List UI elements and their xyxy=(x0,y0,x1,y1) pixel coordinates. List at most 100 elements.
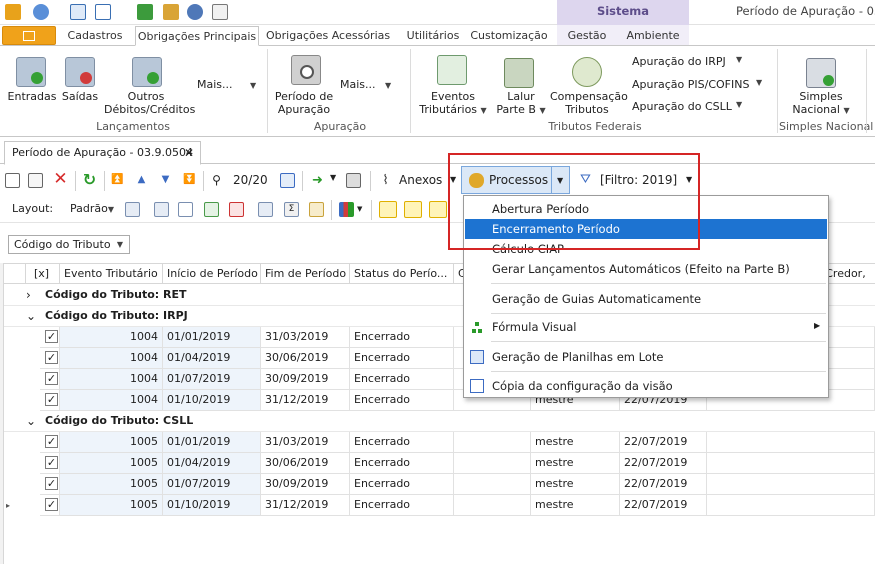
app-window: Sistema Período de Apuração - 03.9.0 Cad… xyxy=(0,0,875,564)
header-evento-tributario[interactable]: Evento Tributário xyxy=(60,263,163,284)
row-checkbox[interactable]: ✓ xyxy=(45,330,58,343)
entradas-button[interactable]: Entradas xyxy=(6,90,58,103)
simples-nacional-icon xyxy=(806,58,836,88)
new-icon[interactable] xyxy=(5,173,20,188)
header-inicio-periodo[interactable]: Início de Período xyxy=(163,263,261,284)
cell-status: Encerrado xyxy=(350,432,454,452)
cell-usuario: mestre xyxy=(531,432,620,452)
group-by-field[interactable]: Código do Tributo ▼ xyxy=(8,235,130,254)
chevron-down-icon: ▼ xyxy=(250,81,257,90)
saidas-button[interactable]: Saídas xyxy=(58,90,102,103)
globe-icon[interactable] xyxy=(187,4,203,20)
chevron-down-icon[interactable]: ⌄ xyxy=(26,306,36,326)
sum-icon[interactable]: Σ xyxy=(284,202,299,217)
group-divider xyxy=(777,49,778,133)
delete-layout-icon[interactable] xyxy=(229,202,244,217)
export-icon[interactable]: ➜ xyxy=(310,173,325,188)
header-status-periodo[interactable]: Status do Perío... xyxy=(350,263,454,284)
simples-nacional-button[interactable]: Simples Nacional ▼ xyxy=(788,90,854,117)
view-mode-2-icon[interactable] xyxy=(404,201,422,218)
tab-customizacao[interactable]: Customização xyxy=(470,26,548,46)
refresh-icon[interactable]: ↻ xyxy=(82,172,97,188)
file-button[interactable] xyxy=(2,26,56,45)
autofit-icon[interactable] xyxy=(258,202,273,217)
notes-icon[interactable] xyxy=(309,202,324,217)
group-divider xyxy=(267,49,268,133)
first-record-icon[interactable]: ⏫ xyxy=(110,174,125,189)
row-checkbox[interactable]: ✓ xyxy=(45,351,58,364)
chevron-down-icon[interactable]: ⌄ xyxy=(26,411,36,431)
menu-item-geracao-planilhas[interactable]: Geração de Planilhas em Lote xyxy=(465,347,827,367)
delete-icon[interactable]: ✕ xyxy=(53,171,68,188)
previous-record-icon[interactable]: ▲ xyxy=(134,174,149,189)
table-row[interactable]: ✓ 1005 01/01/2019 31/03/2019 Encerrado mestre… xyxy=(40,432,875,453)
menu-item-formula-visual[interactable]: Fórmula Visual xyxy=(465,317,827,337)
outros-debitos-button[interactable]: Outros Débitos/Créditos xyxy=(104,90,195,116)
tab-gestao[interactable]: Gestão xyxy=(562,26,612,46)
table-row[interactable]: ✓ 1005 01/04/2019 30/06/2019 Encerrado mestre… xyxy=(40,453,875,474)
lalur-button[interactable]: Lalur Parte B ▼ xyxy=(492,90,550,117)
tools-icon[interactable] xyxy=(163,4,179,20)
table-row[interactable]: ✓ 1005 01/07/2019 30/09/2019 Encerrado mestre… xyxy=(40,474,875,495)
view-mode-3-icon[interactable] xyxy=(429,201,447,218)
edit-icon[interactable] xyxy=(28,173,43,188)
tab-utilitarios[interactable]: Utilitários xyxy=(397,26,469,46)
chart-icon[interactable] xyxy=(339,202,354,217)
menu-icon[interactable] xyxy=(33,4,49,20)
layout-icon[interactable] xyxy=(125,202,140,217)
row-checkbox[interactable]: ✓ xyxy=(45,498,58,511)
columns-icon[interactable] xyxy=(154,202,169,217)
apuracao-csll-button[interactable]: Apuração do CSLL ▼ xyxy=(632,100,742,113)
group-row[interactable]: ⌄ Código do Tributo: CSLL xyxy=(4,411,875,432)
save-layout-icon[interactable] xyxy=(204,202,219,217)
eventos-tributarios-button[interactable]: Eventos Tributários ▼ xyxy=(415,90,491,117)
close-icon[interactable]: ✕ xyxy=(184,142,194,164)
grid-icon[interactable] xyxy=(178,202,193,217)
tab-ambiente[interactable]: Ambiente xyxy=(622,26,684,46)
chevron-right-icon[interactable]: › xyxy=(26,285,31,305)
row-checkbox[interactable]: ✓ xyxy=(45,456,58,469)
window-icon[interactable] xyxy=(70,4,86,20)
next-record-icon[interactable]: ▼ xyxy=(158,174,173,189)
minimize-icon[interactable] xyxy=(95,4,111,20)
menu-item-gerar-lancamentos[interactable]: Gerar Lançamentos Automáticos (Efeito na… xyxy=(465,259,827,279)
padrao-dropdown[interactable]: Padrão▼ xyxy=(70,202,114,215)
menu-item-geracao-guias[interactable]: Geração de Guias Automaticamente xyxy=(465,289,827,309)
binoculars-icon[interactable]: ⚲ xyxy=(209,173,224,188)
print-icon[interactable] xyxy=(346,173,361,188)
group-row-label: Código do Tributo: IRPJ xyxy=(45,309,188,322)
chevron-down-icon[interactable]: ▼ xyxy=(357,205,362,213)
row-checkbox[interactable]: ✓ xyxy=(45,372,58,385)
tab-obrigacoes-principais[interactable]: Obrigações Principais xyxy=(135,26,259,46)
table-row[interactable]: ✓ 1005 01/10/2019 31/12/2019 Encerrado mestre… xyxy=(40,495,875,516)
periodo-apuracao-button[interactable]: Período de Apuração xyxy=(272,90,336,116)
menu-item-copia-configuracao[interactable]: Cópia da configuração da visão xyxy=(465,376,827,396)
apuracao-irpj-button[interactable]: Apuração do IRPJ ▼ xyxy=(632,55,742,68)
tab-cadastros[interactable]: Cadastros xyxy=(63,26,127,46)
calendar-icon[interactable] xyxy=(280,173,295,188)
outros-debitos-icon xyxy=(132,57,162,87)
apuracao-mais-button[interactable]: Mais... ▼ xyxy=(340,78,391,91)
separator xyxy=(302,171,303,191)
lancamentos-mais-button[interactable]: Mais... ▼ xyxy=(197,78,256,91)
cell-status: Encerrado xyxy=(350,327,454,347)
document-tab[interactable]: Período de Apuração - 03.9.0504 ✕ xyxy=(4,141,201,165)
header-fim-periodo[interactable]: Fim de Período xyxy=(261,263,350,284)
last-record-icon[interactable]: ⏬ xyxy=(182,174,197,189)
anexos-button[interactable]: Anexos xyxy=(399,173,442,187)
cell-evento: 1005 xyxy=(60,495,163,515)
view-mode-1-icon[interactable] xyxy=(379,201,397,218)
tab-obrigacoes-acessorias[interactable]: Obrigações Acessórias xyxy=(266,26,390,46)
row-checkbox[interactable]: ✓ xyxy=(45,435,58,448)
chevron-down-icon[interactable]: ▼ xyxy=(330,173,336,182)
play-icon[interactable] xyxy=(137,4,153,20)
saidas-icon xyxy=(65,57,95,87)
copy-icon[interactable] xyxy=(212,4,228,20)
header-select[interactable]: [x] xyxy=(26,263,60,284)
row-checkbox[interactable]: ✓ xyxy=(45,393,58,406)
annotation-highlight-box xyxy=(448,153,700,250)
row-checkbox[interactable]: ✓ xyxy=(45,477,58,490)
apuracao-pis-cofins-button[interactable]: Apuração PIS/COFINS ▼ xyxy=(632,78,762,91)
compensacao-tributos-button[interactable]: Compensação Tributos xyxy=(550,90,628,116)
context-tab-sistema[interactable]: Sistema xyxy=(557,0,689,25)
